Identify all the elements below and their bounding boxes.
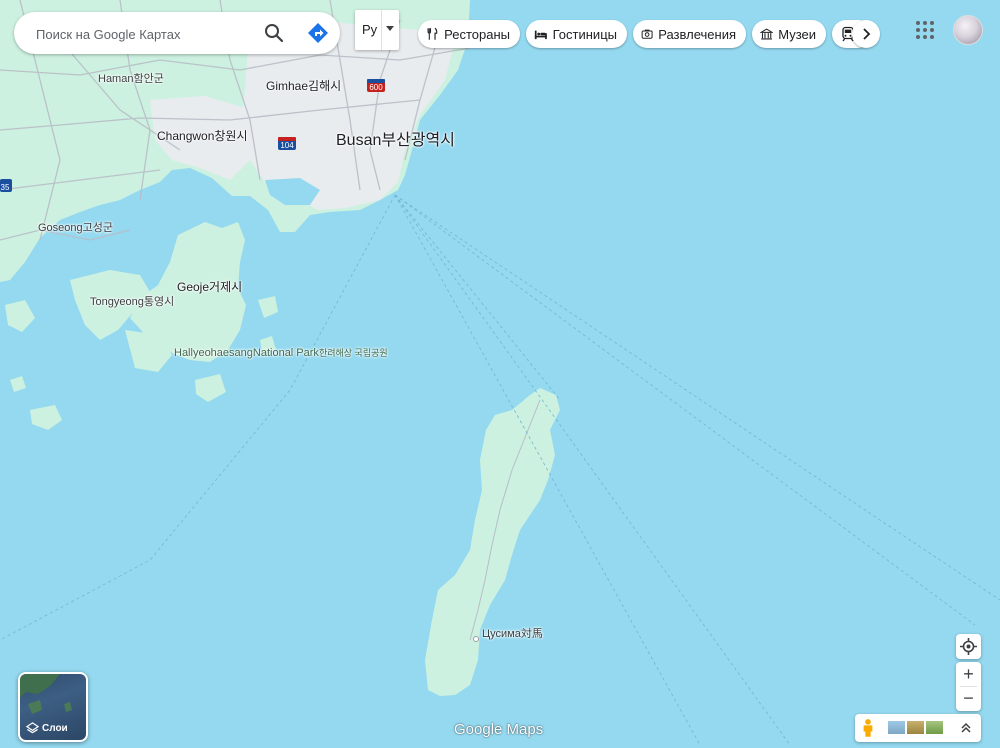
chip-label: Музеи — [778, 26, 816, 42]
imagery-thumbnail-3[interactable] — [926, 721, 943, 734]
directions-icon[interactable] — [306, 21, 330, 45]
my-location-control — [956, 634, 981, 659]
place-changwon[interactable]: Changwon창원시 — [157, 129, 248, 144]
chips-next-button[interactable] — [852, 20, 880, 48]
chip-restaurants[interactable]: Рестораны — [418, 20, 520, 48]
place-tsushima[interactable]: Цусима対馬 — [482, 628, 543, 641]
chip-label: Рестораны — [444, 26, 510, 42]
language-divider — [381, 10, 382, 50]
search-input[interactable] — [34, 23, 258, 45]
chip-hotels[interactable]: Гостиницы — [526, 20, 627, 48]
place-gimhae[interactable]: Gimhae김해시 — [266, 79, 341, 94]
search-box — [14, 12, 340, 54]
camera-icon — [641, 29, 653, 39]
language-select[interactable]: Ру — [355, 10, 399, 50]
layers-button[interactable]: Слои — [18, 672, 88, 742]
chip-attractions[interactable]: Развлечения — [633, 20, 746, 48]
hotel-icon — [534, 30, 547, 40]
imagery-bar — [855, 714, 981, 742]
place-tongyeong[interactable]: Tongyeong통영시 — [90, 296, 174, 309]
restaurant-icon — [427, 27, 438, 40]
place-busan[interactable]: Busan부산광역시 — [336, 132, 455, 150]
zoom-out-button[interactable]: − — [956, 687, 981, 711]
museum-icon — [760, 28, 774, 40]
svg-text:35: 35 — [1, 183, 10, 192]
place-geoje[interactable]: Geoje거제시 — [177, 280, 242, 295]
place-hallyeohaesang[interactable]: HallyeohaesangNational Park한려해상 국립공원 — [174, 347, 388, 360]
search-icon[interactable] — [262, 21, 286, 45]
pegman-icon[interactable] — [861, 718, 875, 738]
zoom-control: + − — [956, 662, 981, 711]
chevron-right-icon — [863, 28, 871, 40]
imagery-thumbnail-1[interactable] — [888, 721, 905, 734]
expand-up-icon[interactable] — [959, 721, 973, 735]
imagery-thumbnail-2[interactable] — [907, 721, 924, 734]
layers-label: Слои — [42, 723, 68, 734]
chip-museums[interactable]: Музеи — [752, 20, 826, 48]
place-goseong[interactable]: Goseong고성군 — [38, 222, 113, 235]
svg-text:600: 600 — [369, 83, 383, 92]
chip-label: Гостиницы — [552, 26, 617, 42]
apps-grid-icon[interactable] — [914, 19, 936, 41]
my-location-icon[interactable] — [956, 634, 981, 659]
chevron-down-icon — [386, 26, 394, 31]
google-maps-logo: Google Maps — [454, 721, 544, 738]
language-label: Ру — [362, 22, 378, 37]
layers-icon — [26, 722, 39, 734]
account-avatar[interactable] — [953, 15, 983, 45]
place-haman[interactable]: Haman함안군 — [98, 73, 164, 86]
zoom-in-button[interactable]: + — [956, 662, 981, 686]
svg-text:104: 104 — [280, 141, 294, 150]
chip-label: Развлечения — [658, 26, 736, 42]
